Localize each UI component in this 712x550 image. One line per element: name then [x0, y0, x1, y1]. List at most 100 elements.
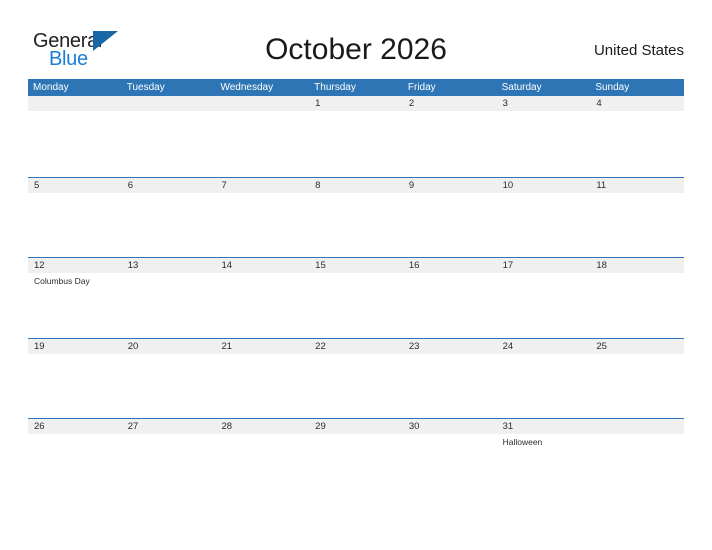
day-number: 31: [502, 421, 514, 432]
day-cell-14[interactable]: 14: [215, 258, 310, 338]
day-number-band: [28, 96, 122, 111]
calendar-weeks: 1 2 3 4 5 6 7 8 9 10 11 12 Columbus Day 13 14 15 16 17 18 1…: [28, 96, 685, 499]
day-number: 7: [221, 179, 227, 191]
day-cell-22[interactable]: 22: [309, 338, 403, 418]
weekday-header-thursday: Thursday: [314, 82, 356, 93]
day-cell-15[interactable]: 15: [309, 258, 403, 338]
day-number: 6: [127, 179, 134, 191]
day-cell-17[interactable]: 17: [496, 258, 591, 338]
day-cell-empty[interactable]: [215, 96, 310, 177]
day-number: 8: [315, 179, 321, 191]
day-cell-25[interactable]: 25: [590, 338, 685, 418]
calendar-week-row: 1 2 3 4: [28, 96, 685, 177]
day-cell-4[interactable]: 4: [590, 96, 685, 177]
day-number: 16: [408, 260, 420, 271]
day-cell-6[interactable]: 6: [121, 177, 216, 257]
day-number: 10: [502, 179, 514, 191]
day-number-band: 6: [121, 177, 216, 193]
day-cell-10[interactable]: 10: [496, 177, 591, 257]
day-number: 26: [34, 421, 45, 432]
day-number-band: [590, 419, 685, 434]
day-number: 23: [408, 340, 420, 352]
day-number: 11: [596, 179, 607, 191]
day-number-band: 10: [496, 177, 591, 193]
day-cell-11[interactable]: 11: [590, 177, 685, 257]
day-number: 29: [315, 421, 326, 432]
day-cell-empty[interactable]: [28, 96, 122, 177]
day-cell-23[interactable]: 23: [402, 338, 497, 418]
day-number: 5: [34, 179, 40, 191]
day-number: 4: [596, 98, 602, 109]
day-cell-8[interactable]: 8: [309, 177, 403, 257]
day-number: 15: [315, 260, 326, 271]
day-number-band: 25: [590, 338, 685, 354]
day-number: 13: [127, 260, 139, 271]
day-number: 24: [502, 340, 514, 352]
calendar-grid: Monday Tuesday Wednesday Thursday Friday Satu…: [28, 79, 685, 499]
page-title: October 2026: [265, 33, 447, 66]
weekday-header-row: Monday Tuesday Wednesday Thursday Friday Satu…: [28, 79, 684, 96]
day-number: 25: [596, 340, 607, 352]
day-cell-18[interactable]: 18: [590, 258, 685, 338]
day-number-band: 21: [215, 338, 310, 354]
day-number-band: 30: [402, 419, 497, 434]
weekday-header-saturday: Saturday: [501, 82, 542, 93]
day-cell-24[interactable]: 24: [496, 338, 591, 418]
day-number: 12: [34, 260, 45, 271]
calendar-week-row: 5 6 7 8 9 10 11: [28, 176, 685, 257]
calendar-week-row: 26 27 28 29 30 31 Halloween: [28, 418, 685, 499]
calendar-page: General Blue October 2026 United States …: [0, 0, 712, 550]
blue-triangle-flag-icon: [93, 31, 118, 51]
day-cell-20[interactable]: 20: [121, 338, 216, 418]
weekday-header-sunday: Sunday: [595, 82, 630, 93]
day-cell-26[interactable]: 26: [28, 419, 122, 499]
day-number-band: 24: [496, 338, 591, 354]
day-cell-30[interactable]: 30: [402, 419, 497, 499]
day-number-band: 11: [590, 177, 685, 193]
day-number: 17: [502, 260, 514, 271]
day-number: 27: [127, 421, 139, 432]
day-number-band: 13: [121, 258, 216, 273]
day-number-band: 22: [309, 338, 403, 354]
day-number-band: 3: [496, 96, 591, 111]
day-number-band: 5: [28, 177, 122, 193]
day-cell-29[interactable]: 29: [309, 419, 403, 499]
day-number-band: [215, 96, 310, 111]
day-number: 2: [408, 98, 415, 109]
holiday-label: Halloween: [502, 437, 543, 447]
day-cell-1[interactable]: 1: [309, 96, 403, 177]
day-number: 28: [221, 421, 233, 432]
day-cell-5[interactable]: 5: [28, 177, 122, 257]
day-events: Halloween: [497, 434, 591, 448]
day-cell-16[interactable]: 16: [402, 258, 497, 338]
day-cell-2[interactable]: 2: [402, 96, 497, 177]
day-cell-7[interactable]: 7: [215, 177, 310, 257]
day-cell-empty[interactable]: [590, 419, 685, 499]
day-events: Columbus Day: [28, 273, 122, 287]
weekday-header-wednesday: Wednesday: [220, 82, 274, 93]
day-cell-empty[interactable]: [121, 96, 216, 177]
day-number: 3: [502, 98, 508, 109]
day-cell-3[interactable]: 3: [496, 96, 591, 177]
calendar-week-row: 12 Columbus Day 13 14 15 16 17 18: [28, 257, 685, 338]
day-number-band: 17: [496, 258, 591, 273]
day-number-band: 7: [215, 177, 310, 193]
day-cell-28[interactable]: 28: [215, 419, 310, 499]
day-number-band: 9: [402, 177, 497, 193]
day-number-band: 31: [496, 419, 591, 434]
day-cell-13[interactable]: 13: [121, 258, 216, 338]
page-header: General Blue October 2026 United States: [28, 26, 684, 74]
day-cell-31[interactable]: 31 Halloween: [496, 419, 591, 499]
calendar-week-row: 19 20 21 22 23 24 25: [28, 337, 685, 418]
day-cell-12[interactable]: 12 Columbus Day: [28, 258, 122, 338]
day-cell-27[interactable]: 27: [121, 419, 216, 499]
day-cell-21[interactable]: 21: [215, 338, 310, 418]
day-cell-19[interactable]: 19: [28, 338, 122, 418]
weekday-header-friday: Friday: [407, 82, 436, 93]
day-number-band: 26: [28, 419, 122, 434]
day-number-band: 8: [309, 177, 403, 193]
day-number: 19: [34, 340, 45, 352]
general-blue-logo[interactable]: General Blue: [28, 28, 128, 72]
day-cell-9[interactable]: 9: [402, 177, 497, 257]
day-number-band: [121, 96, 216, 111]
